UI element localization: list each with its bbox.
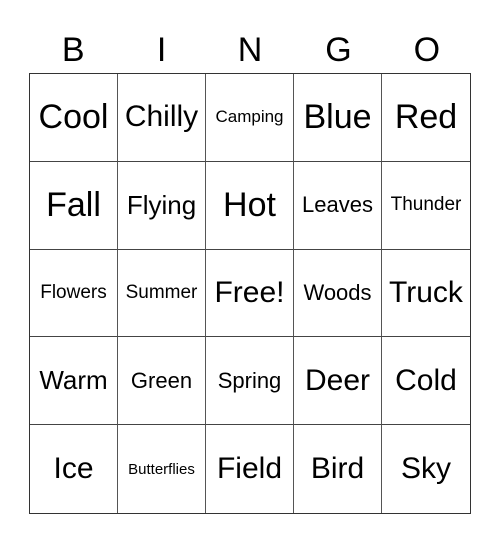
bingo-cell[interactable]: Bird bbox=[294, 425, 382, 513]
bingo-cell[interactable]: Field bbox=[206, 425, 294, 513]
bingo-cell[interactable]: Leaves bbox=[294, 161, 382, 250]
bingo-cell[interactable]: Flowers bbox=[30, 249, 118, 338]
bingo-cell[interactable]: Thunder bbox=[382, 162, 470, 250]
bingo-cell[interactable]: Spring bbox=[206, 337, 294, 426]
bingo-cell[interactable]: Chilly bbox=[118, 74, 206, 162]
bingo-cell[interactable]: Butterflies bbox=[118, 425, 206, 513]
bingo-cell[interactable]: Green bbox=[118, 337, 206, 426]
bingo-cell[interactable]: Hot bbox=[206, 161, 294, 250]
bingo-cell[interactable]: Fall bbox=[30, 161, 118, 250]
bingo-cell[interactable]: Truck bbox=[382, 250, 470, 338]
header-letter-n: N bbox=[237, 31, 263, 69]
free-space-cell[interactable]: Free! bbox=[206, 249, 294, 338]
bingo-cell[interactable]: Flying bbox=[118, 161, 206, 250]
bingo-cell[interactable]: Summer bbox=[118, 249, 206, 338]
bingo-header: B I N G O bbox=[29, 28, 471, 72]
bingo-cell[interactable]: Camping bbox=[206, 74, 294, 162]
header-letter-i: I bbox=[156, 31, 167, 69]
bingo-cell[interactable]: Deer bbox=[294, 337, 382, 426]
bingo-cell[interactable]: Red bbox=[382, 74, 470, 162]
header-letter-o: O bbox=[413, 31, 441, 69]
header-letter-b: B bbox=[61, 31, 85, 69]
bingo-cell[interactable]: Ice bbox=[30, 425, 118, 513]
header-letter-g: G bbox=[325, 31, 352, 69]
bingo-grid: Cool Chilly Camping Blue Red Fall Flying… bbox=[29, 73, 471, 514]
bingo-cell[interactable]: Woods bbox=[294, 249, 382, 338]
bingo-cell[interactable]: Cool bbox=[30, 74, 118, 162]
bingo-cell[interactable]: Sky bbox=[382, 425, 470, 513]
bingo-cell[interactable]: Cold bbox=[382, 337, 470, 426]
bingo-cell[interactable]: Blue bbox=[294, 74, 382, 162]
bingo-cell[interactable]: Warm bbox=[30, 337, 118, 426]
